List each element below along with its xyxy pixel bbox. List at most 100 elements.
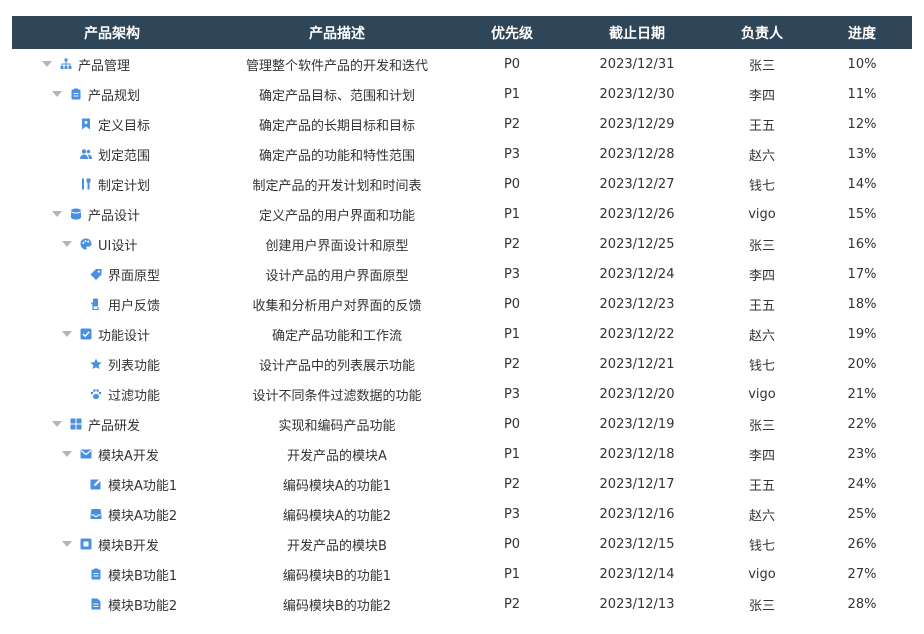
cell-desc: 开发产品的模块B xyxy=(287,538,387,554)
cell-progress: 17% xyxy=(847,266,877,282)
cell-progress: 13% xyxy=(847,146,877,162)
cell-progress: 18% xyxy=(847,296,877,312)
cell-owner: 李四 xyxy=(748,88,775,104)
header-owner[interactable]: 负责人 xyxy=(712,23,812,43)
cell-name: 模块A开发 xyxy=(12,445,212,464)
caret-down-icon[interactable] xyxy=(62,331,72,337)
cell-owner: 王五 xyxy=(748,478,775,494)
cell-priority: P3 xyxy=(503,266,521,282)
cell-priority: P1 xyxy=(503,326,521,342)
cell-priority: P1 xyxy=(503,86,521,102)
cell-desc: 设计产品中的列表展示功能 xyxy=(258,358,415,374)
cell-progress: 20% xyxy=(847,356,877,372)
cell-desc: 编码模块A的功能1 xyxy=(282,478,392,494)
caret-down-icon[interactable] xyxy=(62,451,72,457)
cell-priority: P2 xyxy=(503,596,521,612)
cell-priority: P2 xyxy=(503,356,521,372)
cell-owner: 张三 xyxy=(748,238,775,254)
feedback-icon xyxy=(90,298,102,310)
cell-owner: 钱七 xyxy=(748,358,775,374)
caret-down-icon[interactable] xyxy=(52,91,62,97)
caret-down-icon[interactable] xyxy=(42,61,52,67)
tools-icon xyxy=(80,178,92,190)
caret-down-icon[interactable] xyxy=(62,241,72,247)
caret-down-icon[interactable] xyxy=(52,421,62,427)
cell-desc: 管理整个软件产品的开发和迭代 xyxy=(245,58,428,74)
table-header: 产品架构 产品描述 优先级 截止日期 负责人 进度 xyxy=(12,16,912,49)
table-row[interactable]: 功能设计 确定产品功能和工作流 P1 2023/12/22 赵六 19% xyxy=(12,319,912,349)
database-icon xyxy=(70,208,82,220)
table-row[interactable]: 产品设计 定义产品的用户界面和功能 P1 2023/12/26 vigo 15% xyxy=(12,199,912,229)
table-row[interactable]: 模块A功能2 编码模块A的功能2 P3 2023/12/16 赵六 25% xyxy=(12,499,912,529)
cell-due: 2023/12/16 xyxy=(599,506,675,522)
caret-down-icon[interactable] xyxy=(52,211,62,217)
cell-progress: 19% xyxy=(847,326,877,342)
edit-icon xyxy=(90,478,102,490)
node-label: 产品研发 xyxy=(88,418,141,434)
header-progress[interactable]: 进度 xyxy=(812,23,912,43)
header-due[interactable]: 截止日期 xyxy=(562,23,712,43)
table-row[interactable]: 模块B开发 开发产品的模块B P0 2023/12/15 钱七 26% xyxy=(12,529,912,559)
table-row[interactable]: UI设计 创建用户界面设计和原型 P2 2023/12/25 张三 16% xyxy=(12,229,912,259)
table-row[interactable]: 制定计划 制定产品的开发计划和时间表 P0 2023/12/27 钱七 14% xyxy=(12,169,912,199)
node-label: 产品规划 xyxy=(88,88,141,104)
node-label: 界面原型 xyxy=(108,268,161,284)
cell-desc: 创建用户界面设计和原型 xyxy=(265,238,409,254)
cell-priority: P0 xyxy=(503,56,521,72)
cell-name: 模块A功能2 xyxy=(12,505,212,524)
cell-owner: 赵六 xyxy=(748,328,775,344)
cell-name: 过滤功能 xyxy=(12,385,212,404)
header-priority[interactable]: 优先级 xyxy=(462,23,562,43)
cell-name: 模块B功能2 xyxy=(12,595,212,614)
cell-owner: 张三 xyxy=(748,418,775,434)
cell-due: 2023/12/25 xyxy=(599,236,675,252)
table-row[interactable]: 用户反馈 收集和分析用户对界面的反馈 P0 2023/12/23 王五 18% xyxy=(12,289,912,319)
node-label: 模块B开发 xyxy=(98,538,159,554)
table-row[interactable]: 产品研发 实现和编码产品功能 P0 2023/12/19 张三 22% xyxy=(12,409,912,439)
node-label: 模块B功能1 xyxy=(108,568,178,584)
cell-name: 用户反馈 xyxy=(12,295,212,314)
caret-down-icon[interactable] xyxy=(62,541,72,547)
inbox-icon xyxy=(90,508,102,520)
table-row[interactable]: 模块B功能2 编码模块B的功能2 P2 2023/12/13 张三 28% xyxy=(12,589,912,619)
header-desc[interactable]: 产品描述 xyxy=(212,23,462,43)
node-label: UI设计 xyxy=(98,238,138,254)
cell-due: 2023/12/20 xyxy=(599,386,675,402)
clipboard-icon xyxy=(70,88,82,100)
cell-priority: P3 xyxy=(503,146,521,162)
sitemap-icon xyxy=(60,58,72,70)
grid-icon xyxy=(70,418,82,430)
table-row[interactable]: 产品规划 确定产品目标、范围和计划 P1 2023/12/30 李四 11% xyxy=(12,79,912,109)
table-row[interactable]: 模块A功能1 编码模块A的功能1 P2 2023/12/17 王五 24% xyxy=(12,469,912,499)
cell-owner: 李四 xyxy=(748,448,775,464)
cell-priority: P2 xyxy=(503,116,521,132)
cell-due: 2023/12/19 xyxy=(599,416,675,432)
table-row[interactable]: 模块B功能1 编码模块B的功能1 P1 2023/12/14 vigo 27% xyxy=(12,559,912,589)
table-row[interactable]: 列表功能 设计产品中的列表展示功能 P2 2023/12/21 钱七 20% xyxy=(12,349,912,379)
file-icon xyxy=(90,598,102,610)
cell-desc: 设计产品的用户界面原型 xyxy=(265,268,409,284)
node-label: 产品管理 xyxy=(78,58,131,74)
node-label: 模块A开发 xyxy=(98,448,159,464)
cell-due: 2023/12/13 xyxy=(599,596,675,612)
table-row[interactable]: 模块A开发 开发产品的模块A P1 2023/12/18 李四 23% xyxy=(12,439,912,469)
table-row[interactable]: 产品管理 管理整个软件产品的开发和迭代 P0 2023/12/31 张三 10% xyxy=(12,49,912,79)
table-row[interactable]: 定义目标 确定产品的长期目标和目标 P2 2023/12/29 王五 12% xyxy=(12,109,912,139)
cell-due: 2023/12/21 xyxy=(599,356,675,372)
cell-progress: 25% xyxy=(847,506,877,522)
tag-icon xyxy=(90,268,102,280)
table-row[interactable]: 过滤功能 设计不同条件过滤数据的功能 P3 2023/12/20 vigo 21% xyxy=(12,379,912,409)
cell-name: 界面原型 xyxy=(12,265,212,284)
cell-desc: 开发产品的模块A xyxy=(287,448,387,464)
cell-progress: 10% xyxy=(847,56,877,72)
cell-desc: 编码模块B的功能2 xyxy=(282,598,392,614)
table-row[interactable]: 界面原型 设计产品的用户界面原型 P3 2023/12/24 李四 17% xyxy=(12,259,912,289)
table-row[interactable]: 划定范围 确定产品的功能和特性范围 P3 2023/12/28 赵六 13% xyxy=(12,139,912,169)
checkbox-icon xyxy=(80,328,92,340)
cell-desc: 收集和分析用户对界面的反馈 xyxy=(252,298,422,314)
cell-due: 2023/12/14 xyxy=(599,566,675,582)
cell-name: 产品设计 xyxy=(12,205,212,224)
cell-progress: 22% xyxy=(847,416,877,432)
cell-owner: 钱七 xyxy=(748,178,775,194)
header-name[interactable]: 产品架构 xyxy=(12,23,212,43)
